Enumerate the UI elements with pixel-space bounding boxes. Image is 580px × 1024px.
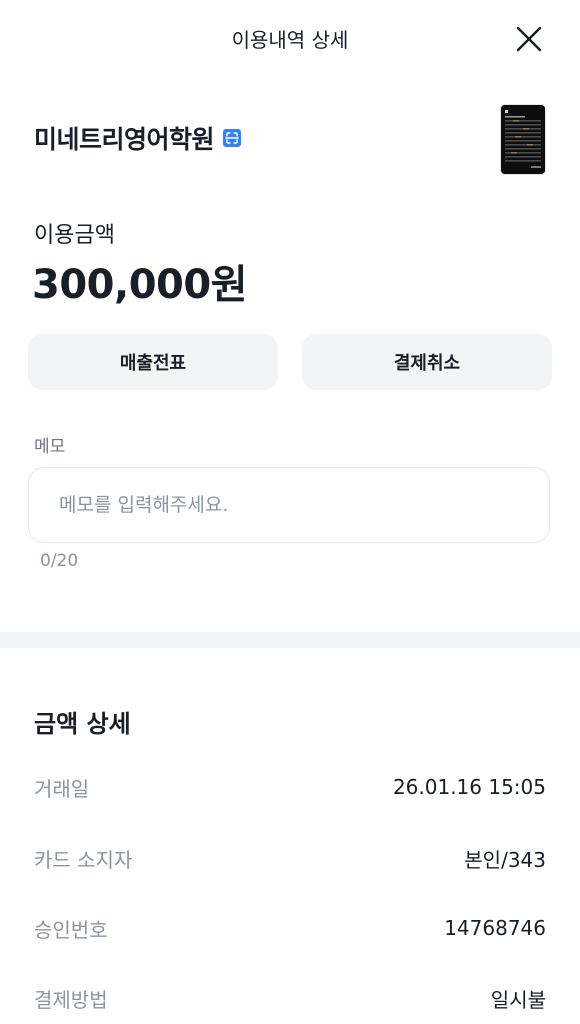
- receipt-button[interactable]: 매출전표: [28, 334, 278, 390]
- detail-value: 일시불: [490, 987, 546, 1012]
- card-image: [501, 105, 545, 174]
- scan-icon[interactable]: [222, 128, 242, 148]
- detail-value: 본인/343: [464, 847, 546, 872]
- memo-counter: 0/20: [40, 551, 79, 571]
- memo-input[interactable]: [28, 467, 550, 543]
- merchant-name: 미네트리영어학원: [34, 125, 215, 154]
- detail-label: 승인번호: [34, 917, 108, 942]
- detail-value: 14768746: [444, 916, 546, 940]
- detail-row-approval: 승인번호 14768746: [34, 913, 546, 943]
- detail-row-method: 결제방법 일시불: [34, 983, 546, 1013]
- detail-value: 26.01.16 15:05: [392, 775, 546, 799]
- detail-label: 결제방법: [34, 987, 108, 1012]
- header: 이용내역 상세: [0, 0, 580, 78]
- amount-label: 이용금액: [34, 223, 115, 248]
- detail-label: 거래일: [34, 776, 90, 801]
- details-title: 금액 상세: [34, 710, 131, 738]
- amount-value: 300,000원: [32, 262, 248, 308]
- cancel-payment-button[interactable]: 결제취소: [302, 334, 552, 390]
- section-divider: [0, 632, 580, 648]
- detail-row-cardholder: 카드 소지자 본인/343: [34, 843, 546, 873]
- memo-label: 메모: [34, 437, 66, 457]
- detail-row-date: 거래일 26.01.16 15:05: [34, 772, 546, 802]
- merchant-row: 미네트리영어학원: [34, 118, 242, 158]
- transaction-detail-page: 이용내역 상세 미네트리영어학원 이용금액 300,000원 매출전표 결제취소…: [0, 0, 580, 1024]
- card-thumbnail: [501, 105, 545, 174]
- detail-label: 카드 소지자: [34, 847, 133, 872]
- close-icon: [516, 26, 542, 52]
- page-title: 이용내역 상세: [231, 28, 349, 52]
- close-button[interactable]: [508, 18, 550, 60]
